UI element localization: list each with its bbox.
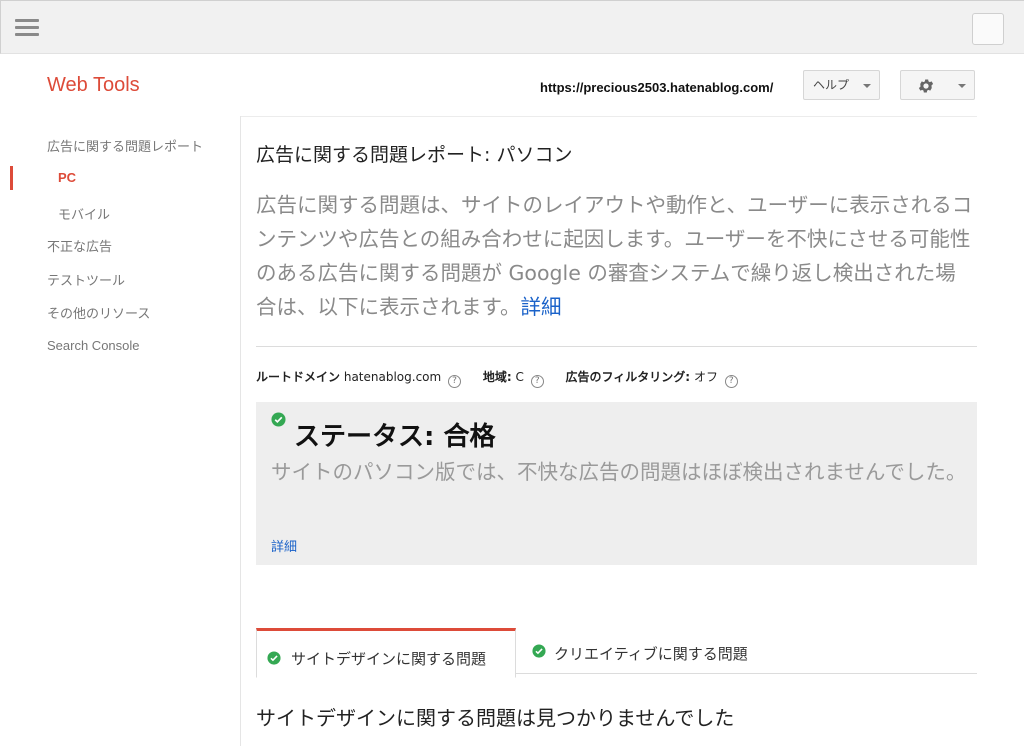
- settings-dropdown[interactable]: [900, 70, 975, 100]
- result-heading: サイトデザインに関する問題は見つかりませんでした: [256, 706, 735, 730]
- chevron-down-icon: [958, 84, 966, 88]
- header: Web Tools https://precious2503.hatenablo…: [0, 54, 1024, 116]
- check-circle-icon: [532, 644, 546, 658]
- help-label: ヘルプ: [813, 78, 850, 92]
- help-icon[interactable]: ?: [448, 375, 462, 388]
- root-domain-value: hatenablog.com: [343, 370, 442, 384]
- region-label: 地域:: [482, 370, 512, 384]
- site-meta-row: ルートドメイン hatenablog.com ? 地域: C ? 広告のフィルタ…: [256, 368, 756, 388]
- menu-icon[interactable]: [15, 19, 39, 37]
- divider: [256, 346, 977, 347]
- check-circle-icon: [267, 651, 281, 665]
- region-value: C: [515, 370, 524, 384]
- intro-paragraph: 広告に関する問題は、サイトのレイアウトや動作と、ユーザーに表示されるコンテンツや…: [256, 188, 976, 324]
- tab-label: クリエイティブに関する問題: [554, 645, 748, 663]
- active-indicator: [10, 166, 13, 190]
- ad-filtering-value: オフ: [693, 370, 718, 384]
- status-panel: ステータス: 合格 サイトのパソコン版では、不快な広告の問題はほぼ検出されません…: [256, 402, 977, 565]
- chevron-down-icon: [863, 84, 871, 88]
- status-details-link[interactable]: 詳細: [271, 536, 297, 555]
- intro-text: 広告に関する問題は、サイトのレイアウトや動作と、ユーザーに表示されるコンテンツや…: [256, 193, 973, 319]
- site-url: https://precious2503.hatenablog.com/: [540, 80, 774, 95]
- page-title: 広告に関する問題レポート: パソコン: [256, 144, 573, 166]
- sidebar-item-other-resources[interactable]: その他のリソース: [47, 303, 150, 322]
- sidebar-item-search-console[interactable]: Search Console: [47, 338, 140, 353]
- intro-details-link[interactable]: 詳細: [520, 295, 561, 319]
- account-button[interactable]: [972, 13, 1004, 45]
- ad-filtering-label: 広告のフィルタリング:: [565, 370, 691, 384]
- tab-label: サイトデザインに関する問題: [291, 650, 487, 668]
- status-description: サイトのパソコン版では、不快な広告の問題はほぼ検出されませんでした。: [271, 460, 967, 484]
- sidebar-item-test-tools[interactable]: テストツール: [47, 270, 125, 289]
- app-title[interactable]: Web Tools: [47, 74, 140, 97]
- sidebar-item-mobile[interactable]: モバイル: [58, 204, 110, 223]
- status-title: ステータス: 合格: [294, 422, 496, 452]
- top-bar: [0, 0, 1024, 54]
- tab-creative-issues[interactable]: クリエイティブに関する問題: [518, 628, 818, 678]
- sidebar: 広告に関する問題レポート PC モバイル 不正な広告 テストツール その他のリソ…: [0, 116, 241, 746]
- tab-site-design-issues[interactable]: サイトデザインに関する問題: [256, 628, 516, 678]
- sidebar-item-abusive-ads[interactable]: 不正な広告: [47, 236, 112, 255]
- issue-tabs: サイトデザインに関する問題 クリエイティブに関する問題: [256, 628, 977, 678]
- root-domain-label: ルートドメイン: [256, 370, 341, 384]
- sidebar-item-ad-experience-report[interactable]: 広告に関する問題レポート: [47, 136, 203, 155]
- divider: [241, 116, 977, 117]
- help-icon[interactable]: ?: [530, 375, 544, 388]
- help-dropdown[interactable]: ヘルプ: [803, 70, 880, 100]
- help-icon[interactable]: ?: [724, 375, 738, 388]
- gear-icon: [918, 79, 934, 93]
- check-circle-icon: [271, 412, 286, 427]
- sidebar-item-pc[interactable]: PC: [58, 170, 76, 185]
